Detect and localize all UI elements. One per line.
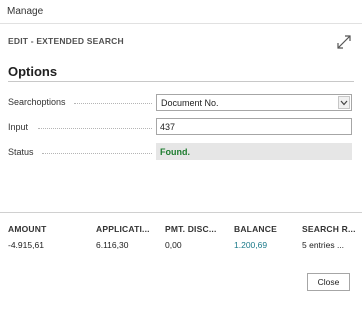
chevron-down-icon[interactable] (338, 96, 350, 109)
expand-diagonal-icon[interactable] (336, 34, 352, 50)
col-header-search-result[interactable]: SEARCH R... (302, 224, 356, 234)
dialog-title: EDIT - EXTENDED SEARCH (8, 36, 124, 46)
input-field[interactable] (156, 118, 352, 135)
cell-balance[interactable]: 1.200,69 (234, 240, 267, 250)
searchoptions-label: Searchoptions (8, 97, 153, 107)
manage-menu[interactable]: Manage (7, 6, 43, 17)
grid-divider (0, 212, 362, 213)
col-header-amount[interactable]: AMOUNT (8, 224, 47, 234)
cell-application: 6.116,30 (96, 240, 129, 250)
col-header-application[interactable]: APPLICATI... (96, 224, 150, 234)
col-header-pmt-disc[interactable]: PMT. DISC... (165, 224, 217, 234)
cell-pmt-disc: 0,00 (165, 240, 182, 250)
status-label: Status (8, 147, 153, 157)
status-field: Found. (156, 143, 352, 160)
col-header-balance[interactable]: BALANCE (234, 224, 277, 234)
cell-amount: -4.915,61 (8, 240, 44, 250)
menu-bar: Manage (0, 0, 362, 24)
section-divider (8, 81, 354, 82)
searchoptions-select[interactable]: Document No. (156, 94, 352, 111)
searchoptions-value: Document No. (161, 98, 219, 108)
close-button[interactable]: Close (307, 273, 350, 291)
input-text[interactable] (160, 120, 346, 133)
options-section-title[interactable]: Options (8, 64, 57, 79)
input-label: Input (8, 122, 153, 132)
status-value: Found. (160, 147, 190, 157)
cell-search-result: 5 entries ... (302, 240, 345, 250)
